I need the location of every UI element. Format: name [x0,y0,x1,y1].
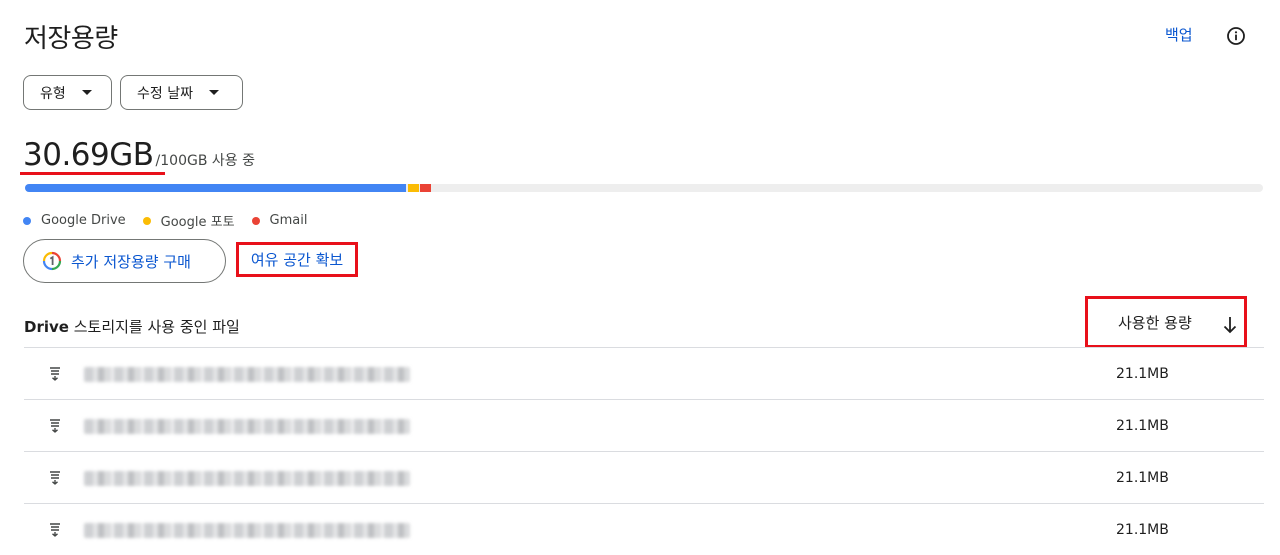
photos-usage-segment [408,184,419,192]
buy-storage-label: 추가 저장용량 구매 [71,252,191,271]
file-row[interactable]: 21.1MB [24,451,1264,503]
file-size: 21.1MB [1116,418,1169,434]
modified-date-filter-chip[interactable]: 수정 날짜 [120,75,243,110]
file-icon [50,523,60,537]
legend-label: Google 포토 [160,215,235,230]
file-list: 21.1MB 21.1MB 21.1MB 21.1MB [24,347,1264,555]
file-size: 21.1MB [1116,522,1169,538]
type-filter-label: 유형 [40,85,66,102]
storage-legend: Google Drive Google 포토 Gmail [23,211,324,230]
file-size: 21.1MB [1116,366,1169,382]
drive-dot-icon [23,216,31,225]
files-title-bold: Drive [24,318,69,336]
files-section-title: Drive 스토리지를 사용 중인 파일 [24,316,240,337]
free-up-space-button[interactable]: 여유 공간 확보 [236,242,358,277]
page-title: 저장용량 [24,24,118,54]
file-icon [50,471,60,485]
file-row[interactable]: 21.1MB [24,503,1264,555]
type-filter-chip[interactable]: 유형 [23,75,112,110]
dropdown-caret-icon [208,90,219,95]
buy-storage-button[interactable]: 추가 저장용량 구매 [23,239,226,283]
file-icon [50,419,60,433]
file-row[interactable]: 21.1MB [24,347,1264,399]
file-name-blurred [84,419,410,434]
highlight-underline [20,172,165,175]
used-storage-value: 30.69GB [23,137,154,173]
legend-label: Google Drive [41,213,126,228]
gmail-usage-segment [420,184,431,192]
info-icon[interactable] [1226,26,1246,46]
legend-item-gmail: Gmail [251,213,308,228]
file-name-blurred [84,471,410,486]
arrow-down-icon[interactable] [1222,316,1238,334]
files-title-rest: 스토리지를 사용 중인 파일 [68,318,240,336]
file-size: 21.1MB [1116,470,1169,486]
gmail-dot-icon [251,216,260,225]
legend-item-photos: Google 포토 [142,211,235,230]
total-storage-text: /100GB 사용 중 [155,153,255,169]
file-name-blurred [84,367,410,382]
storage-usage-summary: 30.69GB /100GB 사용 중 [23,137,255,173]
drive-usage-segment [25,184,406,192]
legend-item-drive: Google Drive [23,213,126,228]
file-icon [50,367,60,381]
backup-link[interactable]: 백업 [1165,24,1193,45]
file-name-blurred [84,523,410,538]
photos-dot-icon [142,216,151,225]
google-one-icon [42,251,62,271]
sort-label: 사용한 용량 [1118,313,1192,332]
storage-usage-bar [25,184,1263,192]
dropdown-caret-icon [81,90,92,95]
modified-date-filter-label: 수정 날짜 [137,85,193,102]
file-row[interactable]: 21.1MB [24,399,1264,451]
legend-label: Gmail [269,213,308,228]
free-up-space-label: 여유 공간 확보 [250,251,344,269]
